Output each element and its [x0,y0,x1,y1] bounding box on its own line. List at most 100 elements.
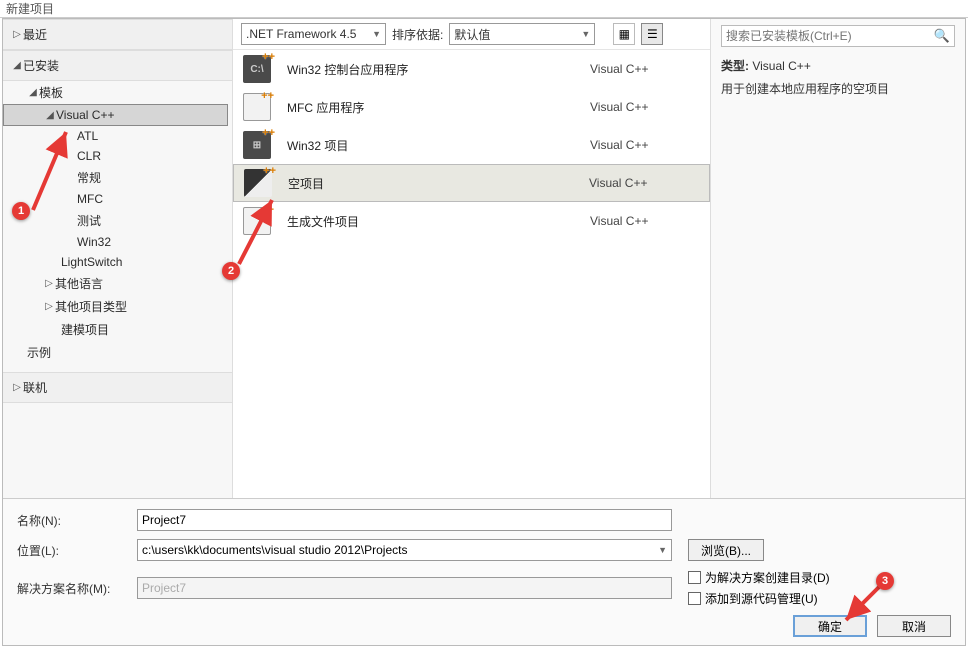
plus-icon: ++ [262,51,275,63]
solution-row: 解决方案名称(M): Project7 为解决方案创建目录(D) 添加到源代码管… [17,569,951,607]
callout-2: 2 [222,262,240,280]
sidebar-recent[interactable]: ▷最近 [3,19,232,50]
location-combo[interactable]: c:\users\kk\documents\visual studio 2012… [137,539,672,561]
input-value: Project7 [142,513,186,527]
dialog-body: ▷最近 ◢已安装 ◢模板 ◢Visual C++ ATL CLR 常规 MFC … [2,18,966,646]
source-control-check[interactable]: 添加到源代码管理(U) [688,590,830,607]
sidebar-installed[interactable]: ◢已安装 [3,50,232,81]
sidebar-templates[interactable]: ◢模板 [3,81,232,104]
framework-combo[interactable]: .NET Framework 4.5 ▼ [241,23,386,45]
sidebar-modeling[interactable]: 建模项目 [3,318,232,341]
sort-combo[interactable]: 默认值▼ [449,23,595,45]
template-lang: Visual C++ [590,100,710,114]
check-label: 添加到源代码管理(U) [705,590,818,607]
sidebar-sample[interactable]: 示例 [3,341,232,364]
sidebar-label: 其他语言 [55,275,103,292]
view-list-button[interactable]: ☰ [641,23,663,45]
type-label: 类型: [721,59,749,73]
template-name: 生成文件项目 [287,213,574,230]
template-row[interactable]: ++ MFC 应用程序 Visual C++ [233,88,710,126]
arrow-annotation-3 [840,584,890,631]
expand-icon: ▷ [11,382,23,393]
check-label: 为解决方案创建目录(D) [705,569,830,586]
name-input[interactable]: Project7 [137,509,672,531]
combo-value: .NET Framework 4.5 [246,27,356,41]
input-value: Project7 [142,581,186,595]
plus-icon: ++ [261,90,274,102]
center-pane: .NET Framework 4.5 ▼ 排序依据: 默认值▼ ▦ ☰ C:\++… [233,19,710,498]
create-dir-check[interactable]: 为解决方案创建目录(D) [688,569,830,586]
collapse-icon: ◢ [11,60,23,71]
grid-icon: ▦ [619,27,630,41]
sidebar-online[interactable]: ▷联机 [3,372,232,403]
sidebar-lightswitch[interactable]: LightSwitch [3,252,232,272]
search-box[interactable]: 🔍 [721,25,955,47]
template-row[interactable]: C:\++ Win32 控制台应用程序 Visual C++ [233,50,710,88]
sidebar-visual-cpp[interactable]: ◢Visual C++ [3,104,228,126]
expand-icon: ▷ [43,301,55,312]
sidebar-label: 模板 [39,84,63,101]
checkbox-group: 为解决方案创建目录(D) 添加到源代码管理(U) [688,569,830,607]
dialog-buttons: 确定 取消 [17,615,951,637]
sidebar-label: MFC [77,192,103,206]
icon-text: ⊞ [253,140,261,151]
checkbox-icon [688,592,701,605]
sidebar-label: 已安装 [23,57,59,74]
template-toolbar: .NET Framework 4.5 ▼ 排序依据: 默认值▼ ▦ ☰ [233,19,710,50]
sidebar-label: 测试 [77,212,101,229]
callout-3: 3 [876,572,894,590]
sidebar: ▷最近 ◢已安装 ◢模板 ◢Visual C++ ATL CLR 常规 MFC … [3,19,233,498]
sidebar-label: Win32 [77,235,111,249]
main-area: ▷最近 ◢已安装 ◢模板 ◢Visual C++ ATL CLR 常规 MFC … [3,19,965,498]
view-grid-button[interactable]: ▦ [613,23,635,45]
template-name: MFC 应用程序 [287,99,574,116]
name-label: 名称(N): [17,512,137,529]
dialog-titlebar: 新建项目 [0,0,968,18]
caret-icon: ▼ [581,29,590,39]
location-label: 位置(L): [17,542,137,559]
template-row[interactable]: ⊞++ Win32 项目 Visual C++ [233,126,710,164]
caret-icon: ▼ [372,29,381,39]
arrow-annotation-2 [236,196,286,273]
plus-icon: ++ [262,127,275,139]
template-lang: Visual C++ [590,214,710,228]
template-icon: ++ [243,93,271,121]
name-row: 名称(N): Project7 [17,509,951,531]
template-list: C:\++ Win32 控制台应用程序 Visual C++ ++ MFC 应用… [233,50,710,498]
search-icon: 🔍 [934,28,950,44]
template-row[interactable]: ++ 生成文件项目 Visual C++ [233,202,710,240]
sidebar-label: ATL [77,129,98,143]
bottom-form: 名称(N): Project7 位置(L): c:\users\kk\docum… [3,498,965,645]
sidebar-label: 建模项目 [61,321,109,338]
list-icon: ☰ [647,27,658,41]
location-row: 位置(L): c:\users\kk\documents\visual stud… [17,539,951,561]
template-name: Win32 项目 [287,137,574,154]
sidebar-other-lang[interactable]: ▷其他语言 [3,272,232,295]
sidebar-label: 常规 [77,169,101,186]
template-lang: Visual C++ [589,176,709,190]
type-value: Visual C++ [752,59,810,73]
collapse-icon: ◢ [27,87,39,98]
sidebar-label: 联机 [23,379,47,396]
sidebar-other-proj[interactable]: ▷其他项目类型 [3,295,232,318]
template-row-selected[interactable]: ++ 空项目 Visual C++ [233,164,710,202]
template-lang: Visual C++ [590,138,710,152]
sidebar-label: 其他项目类型 [55,298,127,315]
sidebar-win32[interactable]: Win32 [3,232,232,252]
template-icon: ⊞++ [243,131,271,159]
sidebar-label: CLR [77,149,101,163]
expand-icon: ▷ [11,29,23,40]
checkbox-icon [688,571,701,584]
callout-1: 1 [12,202,30,220]
sidebar-label: 最近 [23,26,47,43]
dialog-title: 新建项目 [6,0,54,17]
arrow-annotation-1 [28,128,78,221]
browse-button[interactable]: 浏览(B)... [688,539,764,561]
template-icon: C:\++ [243,55,271,83]
sort-label: 排序依据: [392,26,443,43]
solution-input: Project7 [137,577,672,599]
expand-icon: ▷ [43,278,55,289]
caret-icon: ▼ [658,545,667,555]
search-input[interactable] [726,29,934,43]
template-lang: Visual C++ [590,62,710,76]
